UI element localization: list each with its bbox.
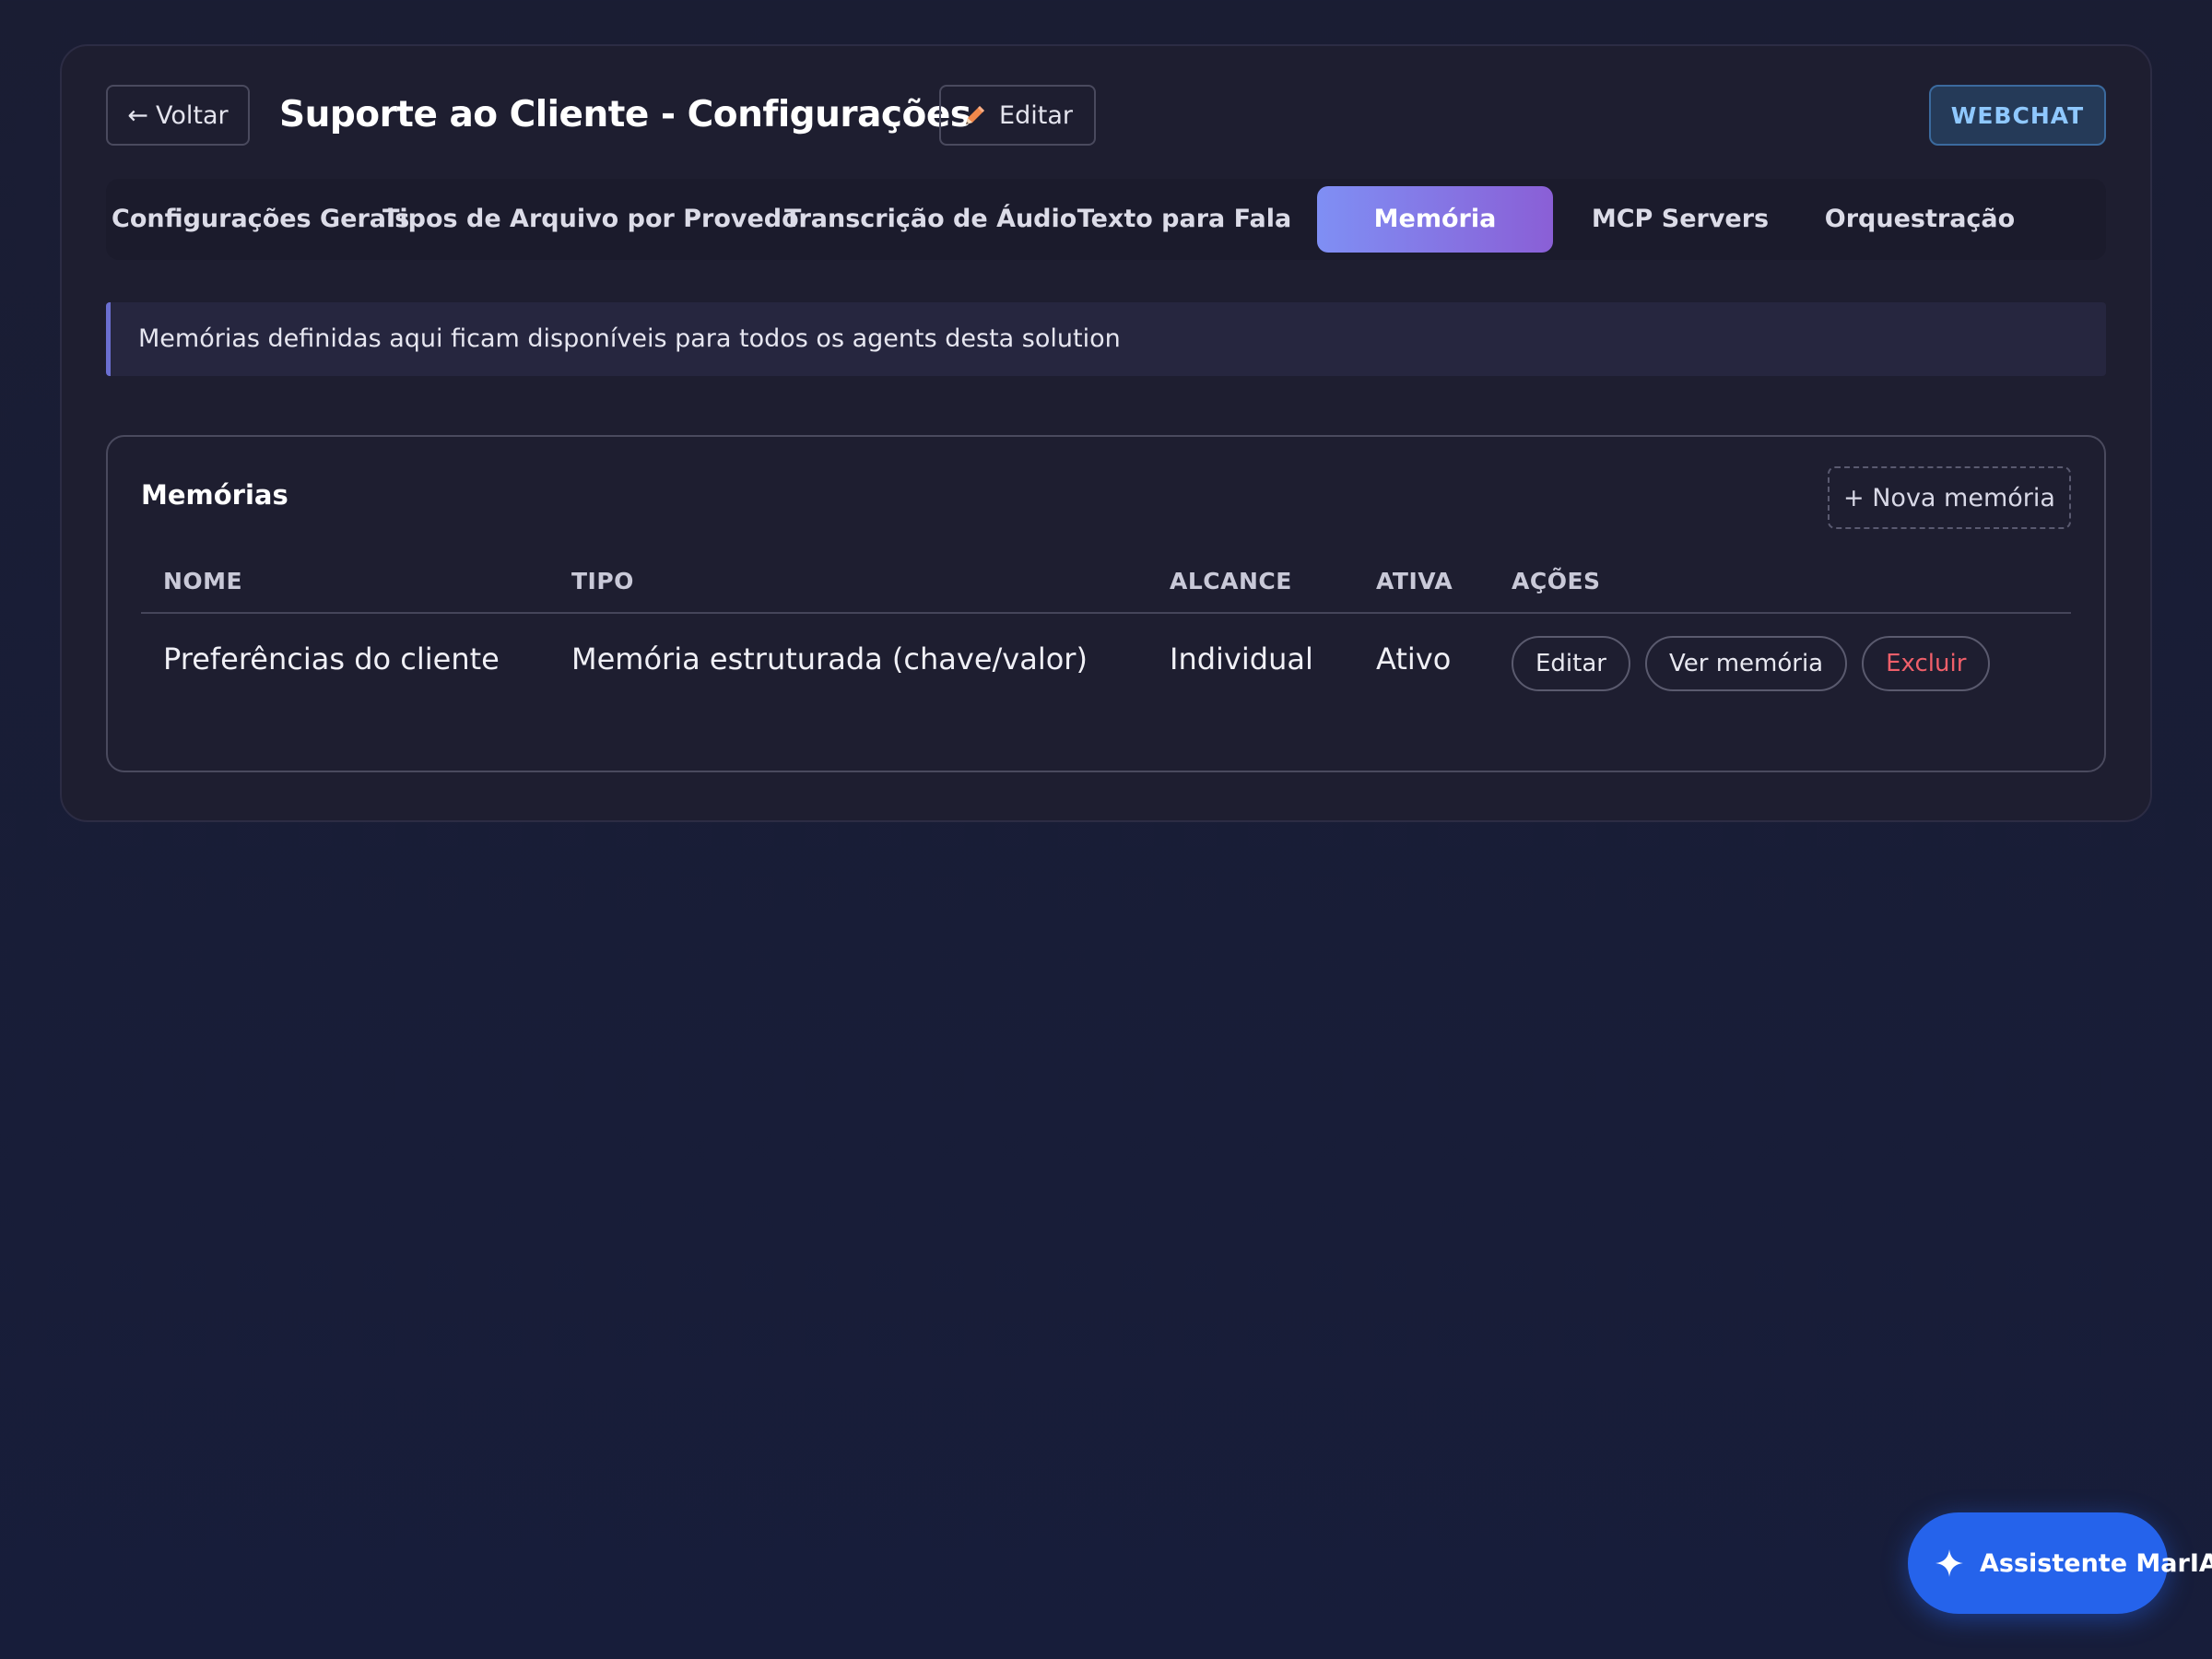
back-button-label: Voltar — [155, 100, 229, 130]
edit-title-button[interactable]: Editar — [939, 85, 1096, 146]
tab-configuracoes-gerais[interactable]: Configurações Gerais — [112, 186, 409, 253]
info-banner: Memórias definidas aqui ficam disponívei… — [106, 302, 2106, 376]
column-header-tipo: TIPO — [571, 568, 634, 594]
table-row: Preferências do cliente Memória estrutur… — [141, 614, 2071, 713]
settings-panel: ← Voltar Suporte ao Cliente - Configuraç… — [60, 44, 2152, 822]
memory-name: Preferências do cliente — [163, 641, 500, 677]
view-memory-button[interactable]: Ver memória — [1644, 636, 1848, 691]
column-header-nome: NOME — [163, 568, 243, 594]
memory-type: Memória estruturada (chave/valor) — [571, 641, 1088, 677]
tab-transcricao-de-audio[interactable]: Transcrição de Áudio — [784, 186, 1077, 253]
delete-memory-button[interactable]: Excluir — [1862, 636, 1991, 691]
memories-card: Memórias + Nova memória NOME TIPO ALCANC… — [106, 435, 2106, 772]
tab-orquestracao[interactable]: Orquestração — [1807, 186, 2032, 253]
back-button[interactable]: ← Voltar — [106, 85, 250, 146]
sparkle-icon — [1934, 1547, 1965, 1579]
tab-texto-para-fala[interactable]: Texto para Fala — [1070, 186, 1299, 253]
channel-badge[interactable]: WEBCHAT — [1929, 85, 2106, 146]
arrow-left-icon: ← — [127, 100, 148, 130]
memory-scope: Individual — [1170, 641, 1313, 677]
edit-memory-button[interactable]: Editar — [1512, 636, 1630, 691]
assistant-button[interactable]: Assistente MarIA — [1908, 1512, 2212, 1614]
page-title: Suporte ao Cliente - Configurações — [279, 94, 971, 135]
memories-title: Memórias — [141, 479, 288, 511]
settings-tabs: Configurações Gerais Tipos de Arquivo po… — [106, 179, 2106, 260]
column-header-alcance: ALCANCE — [1170, 568, 1292, 594]
assistant-button-label: Assistente MarIA — [1980, 1548, 2212, 1578]
edit-title-button-label: Editar — [999, 100, 1073, 130]
tab-tipos-de-arquivo[interactable]: Tipos de Arquivo por Provedor — [382, 186, 811, 253]
column-header-acoes: AÇÕES — [1512, 568, 1601, 594]
tab-memoria[interactable]: Memória — [1317, 186, 1553, 253]
memory-active-status: Ativo — [1376, 641, 1452, 677]
tab-mcp-servers[interactable]: MCP Servers — [1573, 186, 1787, 253]
page-header: ← Voltar Suporte ao Cliente - Configuraç… — [106, 85, 2106, 146]
pencil-icon — [962, 102, 988, 128]
column-header-ativa: ATIVA — [1376, 568, 1453, 594]
table-header: NOME TIPO ALCANCE ATIVA AÇÕES — [141, 568, 2071, 614]
new-memory-button[interactable]: + Nova memória — [1828, 466, 2071, 529]
row-actions: Editar Ver memória Excluir — [1512, 636, 1991, 691]
